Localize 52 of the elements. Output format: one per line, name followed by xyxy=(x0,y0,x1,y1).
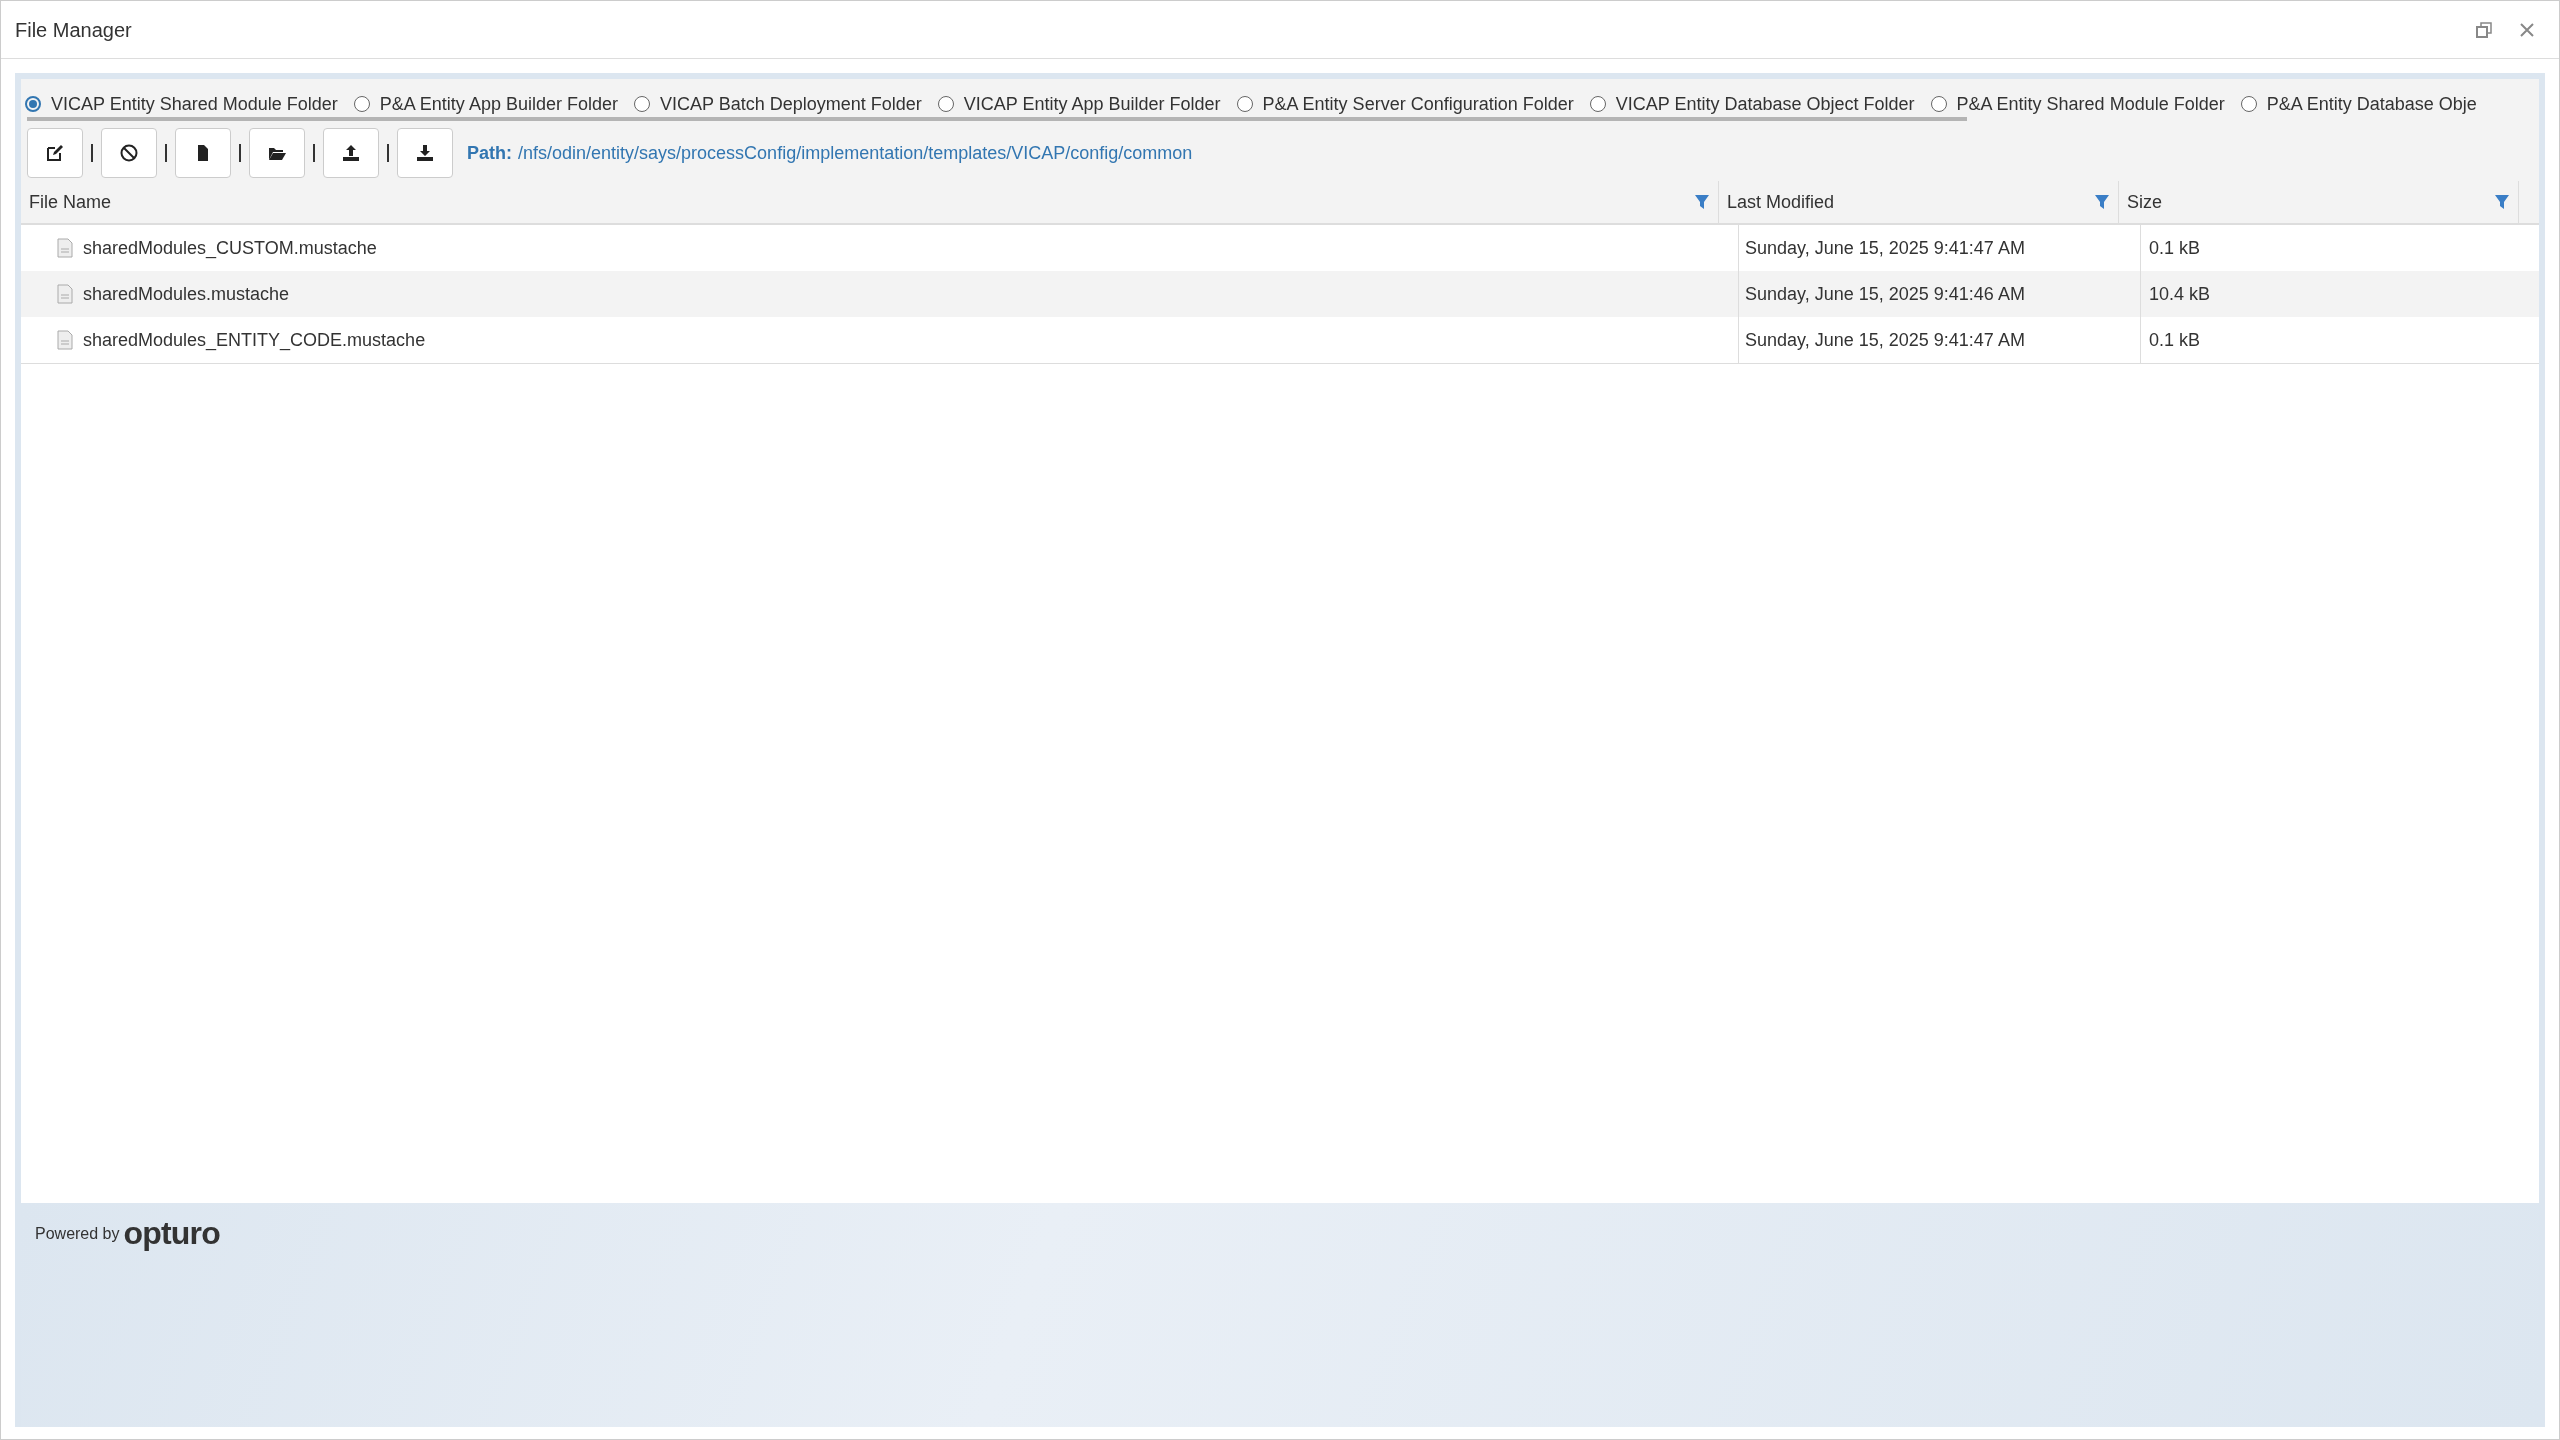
column-header[interactable]: File Name xyxy=(21,181,1719,223)
folder-option-label[interactable]: VICAP Batch Deployment Folder xyxy=(659,90,922,118)
edit-button[interactable] xyxy=(27,128,83,178)
document-icon xyxy=(57,330,73,350)
brand-logo: opturo xyxy=(123,1217,220,1249)
column-header[interactable]: Size xyxy=(2119,181,2519,223)
folder-option-label[interactable]: P&A Entity App Builder Folder xyxy=(379,90,618,118)
folder-option-label[interactable]: P&A Entity Database Obje xyxy=(2266,90,2477,118)
radio-button[interactable] xyxy=(1236,96,1253,112)
radio-button[interactable] xyxy=(25,96,41,112)
file-size: 0.1 kB xyxy=(2149,236,2201,260)
folder-option-label[interactable]: P&A Entity Server Configuration Folder xyxy=(1262,90,1574,118)
radio-button[interactable] xyxy=(353,96,370,112)
file-name[interactable]: sharedModules.mustache xyxy=(83,280,290,308)
folder-option-label[interactable]: P&A Entity Shared Module Folder xyxy=(1956,90,2225,118)
close-icon[interactable] xyxy=(2519,21,2535,38)
block-button[interactable] xyxy=(101,128,157,178)
radio-button[interactable] xyxy=(2240,96,2257,112)
modified-date: Sunday, June 15, 2025 9:41:47 AM xyxy=(1745,328,2025,352)
edit-icon xyxy=(45,143,65,163)
file-size: 0.1 kB xyxy=(2149,328,2201,352)
column-header[interactable]: Last Modified xyxy=(1719,181,2119,223)
file-name[interactable]: sharedModules_CUSTOM.mustache xyxy=(83,234,377,262)
filter-icon[interactable] xyxy=(2094,194,2110,210)
file-button[interactable] xyxy=(175,128,231,178)
path-text: /nfs/odin/entity/says/processConfig/implementation/templates/VICAP/config/common xyxy=(518,141,1193,165)
folder-option-label[interactable]: VICAP Entity App Builder Folder xyxy=(963,90,1221,118)
modified-date: Sunday, June 15, 2025 9:41:47 AM xyxy=(1745,236,2025,260)
file-size: 10.4 kB xyxy=(2149,282,2211,306)
document-icon xyxy=(57,284,73,304)
radio-button[interactable] xyxy=(1589,96,1606,112)
filter-icon[interactable] xyxy=(2494,194,2510,210)
path-label: Path: xyxy=(467,141,512,165)
folder-button[interactable] xyxy=(249,128,305,178)
radio-button[interactable] xyxy=(633,96,650,112)
radio-button[interactable] xyxy=(937,96,954,112)
download-button[interactable] xyxy=(397,128,453,178)
radio-button[interactable] xyxy=(1930,96,1947,112)
filter-icon[interactable] xyxy=(1694,194,1710,210)
upload-button[interactable] xyxy=(323,128,379,178)
powered-by-text: Powered by xyxy=(35,1224,120,1244)
block-icon xyxy=(119,143,139,163)
window-title: File Manager xyxy=(15,17,132,43)
download-icon xyxy=(415,143,435,163)
folder-option-label[interactable]: VICAP Entity Shared Module Folder xyxy=(51,90,338,118)
upload-icon xyxy=(341,143,361,163)
folder-option-label[interactable]: VICAP Entity Database Object Folder xyxy=(1615,90,1915,118)
scrollbar-thumb[interactable] xyxy=(27,117,1967,121)
file-name[interactable]: sharedModules_ENTITY_CODE.mustache xyxy=(83,326,426,354)
modified-date: Sunday, June 15, 2025 9:41:46 AM xyxy=(1745,282,2025,306)
document-icon xyxy=(57,238,73,258)
restore-icon[interactable] xyxy=(2475,20,2493,39)
